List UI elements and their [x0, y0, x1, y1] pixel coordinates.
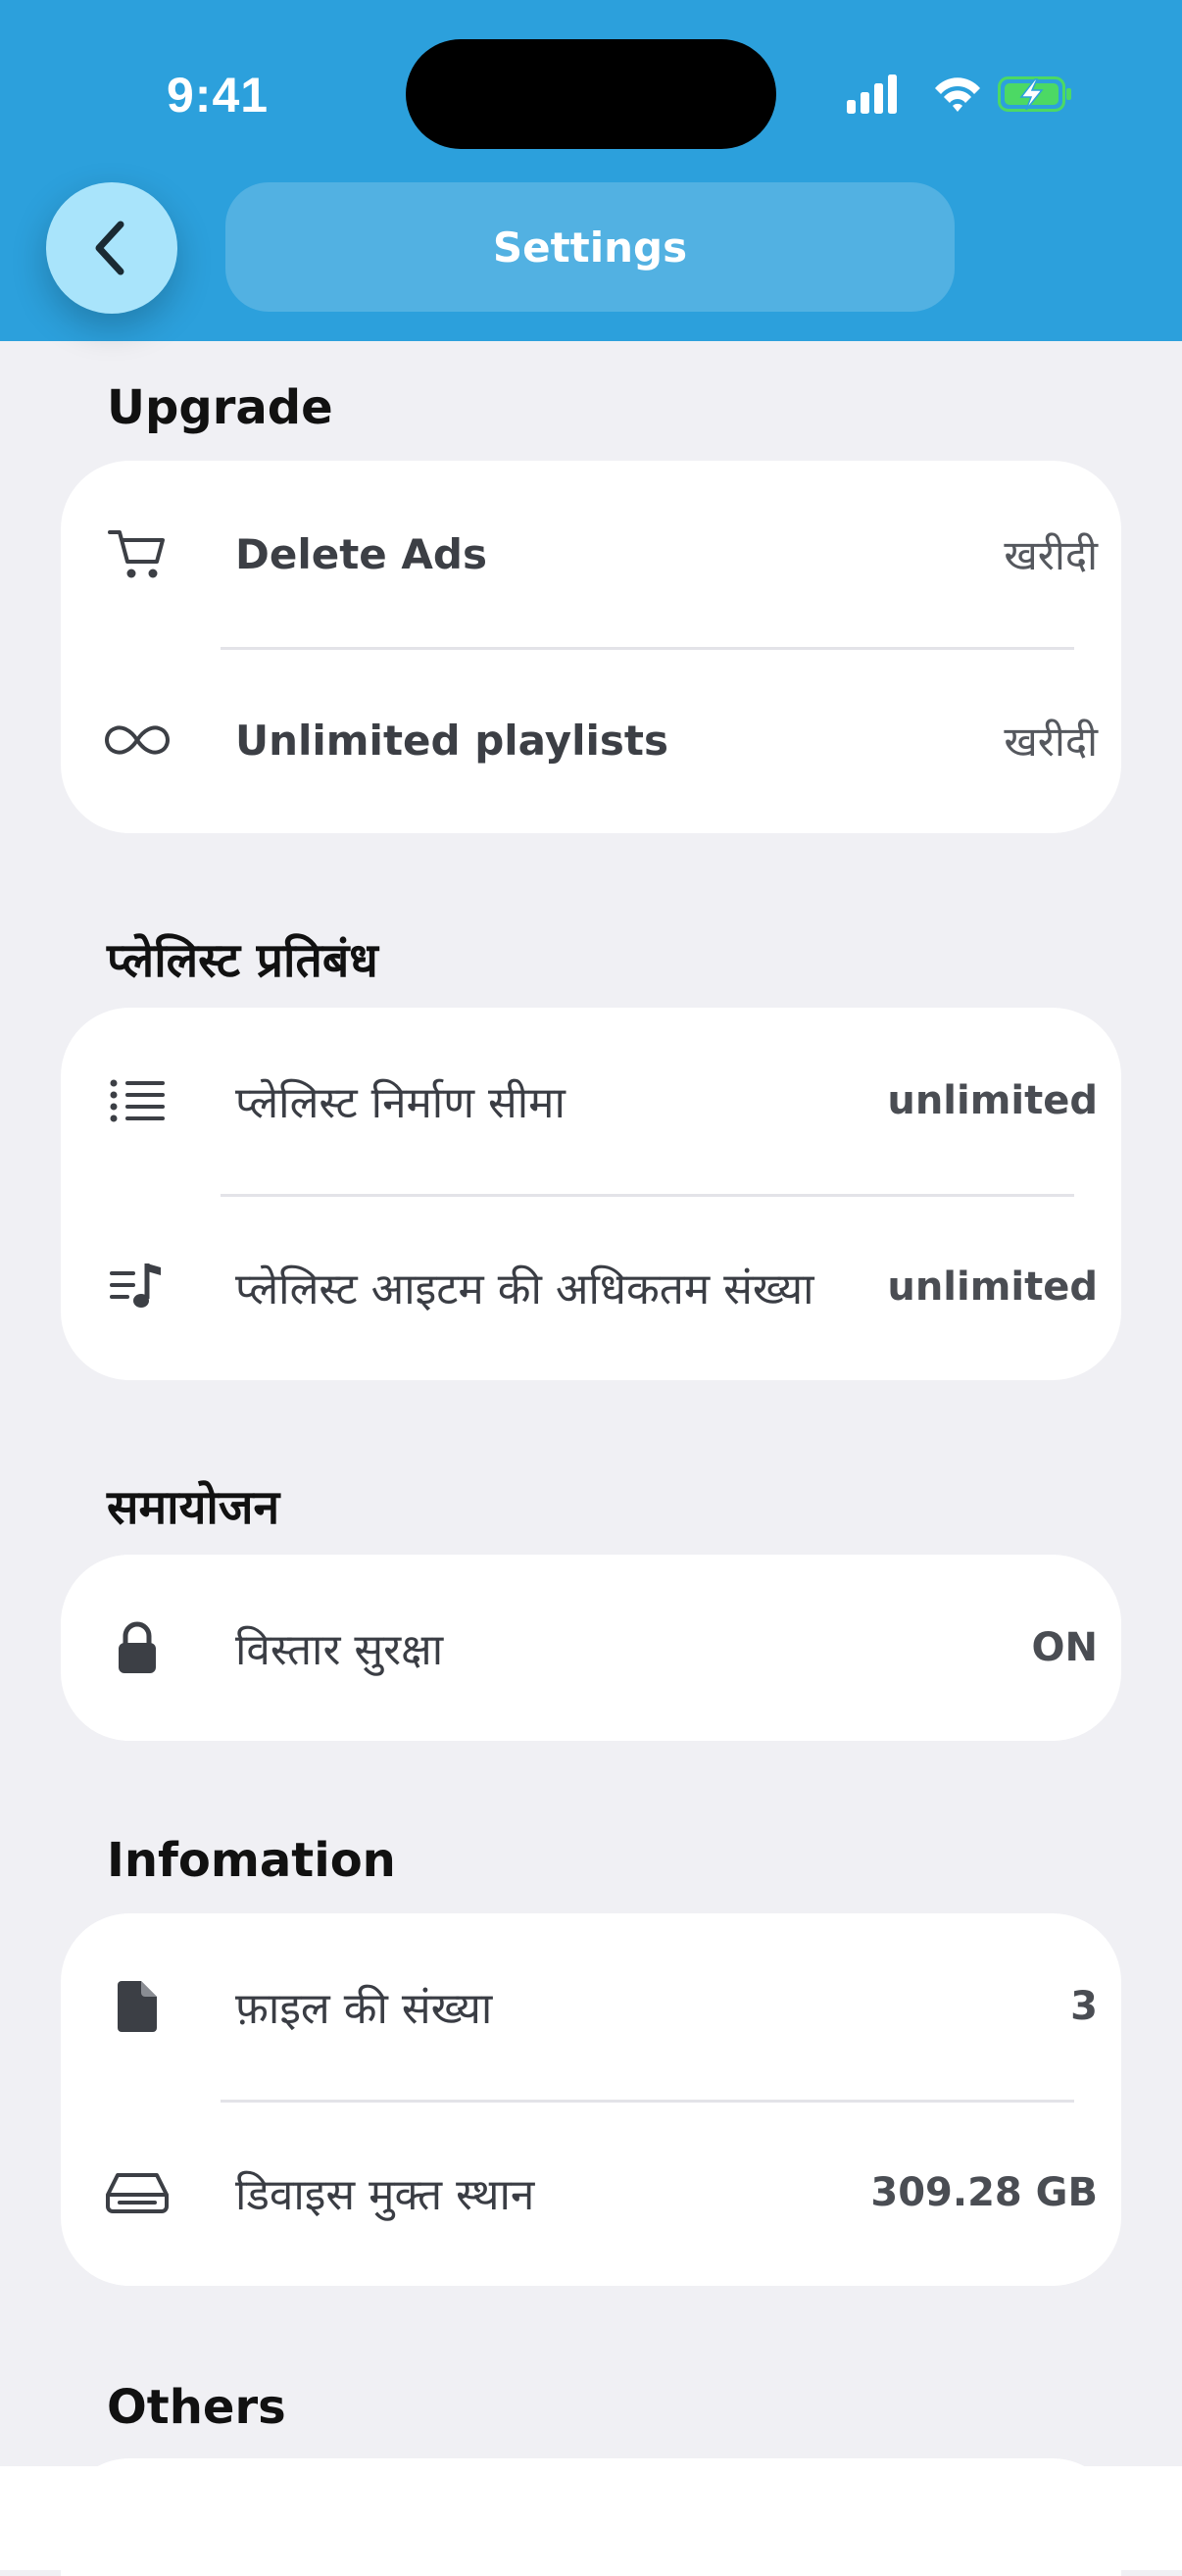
- dynamic-island: [406, 39, 776, 149]
- row-file-count[interactable]: फ़ाइल की संख्या 3: [61, 1913, 1121, 2100]
- row-playlist-max-items[interactable]: प्लेलिस्ट आइटम की अधिकतम संख्या unlimite…: [61, 1194, 1121, 1380]
- row-label: विस्तार सुरक्षा: [235, 1625, 444, 1675]
- row-value: खरीदी: [1004, 717, 1098, 766]
- cart-icon: [104, 520, 171, 587]
- section-title-playlist-limits: प्लेलिस्ट प्रतिबंध: [107, 933, 378, 988]
- lock-icon: [104, 1614, 171, 1681]
- section-title-upgrade: Upgrade: [107, 380, 333, 435]
- cellular-signal-icon: [847, 74, 897, 114]
- row-label: प्लेलिस्ट आइटम की अधिकतम संख्या: [235, 1264, 814, 1314]
- row-playlist-creation-limit[interactable]: प्लेलिस्ट निर्माण सीमा unlimited: [61, 1008, 1121, 1194]
- upgrade-card: Delete Ads खरीदी Unlimited playlists खरी…: [61, 461, 1121, 833]
- row-unlimited-playlists[interactable]: Unlimited playlists खरीदी: [61, 647, 1121, 833]
- row-label: डिवाइस मुक्त स्थान: [235, 2170, 535, 2220]
- row-value: ON: [1031, 1625, 1098, 1670]
- row-label: Unlimited playlists: [235, 716, 668, 765]
- row-label: Delete Ads: [235, 529, 487, 578]
- bottom-safe-area: [0, 2466, 1182, 2570]
- wifi-icon: [935, 77, 980, 112]
- row-value: unlimited: [887, 1264, 1098, 1310]
- row-value: unlimited: [887, 1078, 1098, 1123]
- row-label: प्लेलिस्ट निर्माण सीमा: [235, 1078, 566, 1128]
- section-title-information: Infomation: [107, 1833, 396, 1888]
- drive-icon: [104, 2159, 171, 2226]
- status-time: 9:41: [167, 68, 270, 123]
- battery-charging-icon: [998, 76, 1071, 112]
- section-title-others: Others: [107, 2380, 286, 2435]
- row-label: फ़ाइल की संख्या: [235, 1984, 493, 2034]
- information-card: फ़ाइल की संख्या 3 डिवाइस मुक्त स्थान 309…: [61, 1913, 1121, 2286]
- adjustment-card: विस्तार सुरक्षा ON: [61, 1555, 1121, 1741]
- page-title: Settings: [492, 223, 688, 272]
- row-device-free-space[interactable]: डिवाइस मुक्त स्थान 309.28 GB: [61, 2100, 1121, 2286]
- header-title-pill: Settings: [225, 182, 955, 312]
- section-title-adjustment: समायोजन: [107, 1480, 280, 1535]
- playlist-limits-card: प्लेलिस्ट निर्माण सीमा unlimited प्लेलिस…: [61, 1008, 1121, 1380]
- row-value: खरीदी: [1004, 530, 1098, 579]
- row-value: 3: [1070, 1984, 1098, 2029]
- row-delete-ads[interactable]: Delete Ads खरीदी: [61, 461, 1121, 647]
- chevron-left-icon: [95, 221, 124, 275]
- music-list-icon: [104, 1254, 171, 1320]
- row-extension-security[interactable]: विस्तार सुरक्षा ON: [61, 1555, 1121, 1741]
- list-icon: [104, 1067, 171, 1134]
- row-value: 309.28 GB: [870, 2170, 1098, 2215]
- back-button[interactable]: [46, 182, 177, 314]
- app-header: 9:41 Settings: [0, 0, 1182, 341]
- file-icon: [104, 1973, 171, 2040]
- status-icons: [847, 74, 1071, 114]
- infinity-icon: [104, 707, 171, 773]
